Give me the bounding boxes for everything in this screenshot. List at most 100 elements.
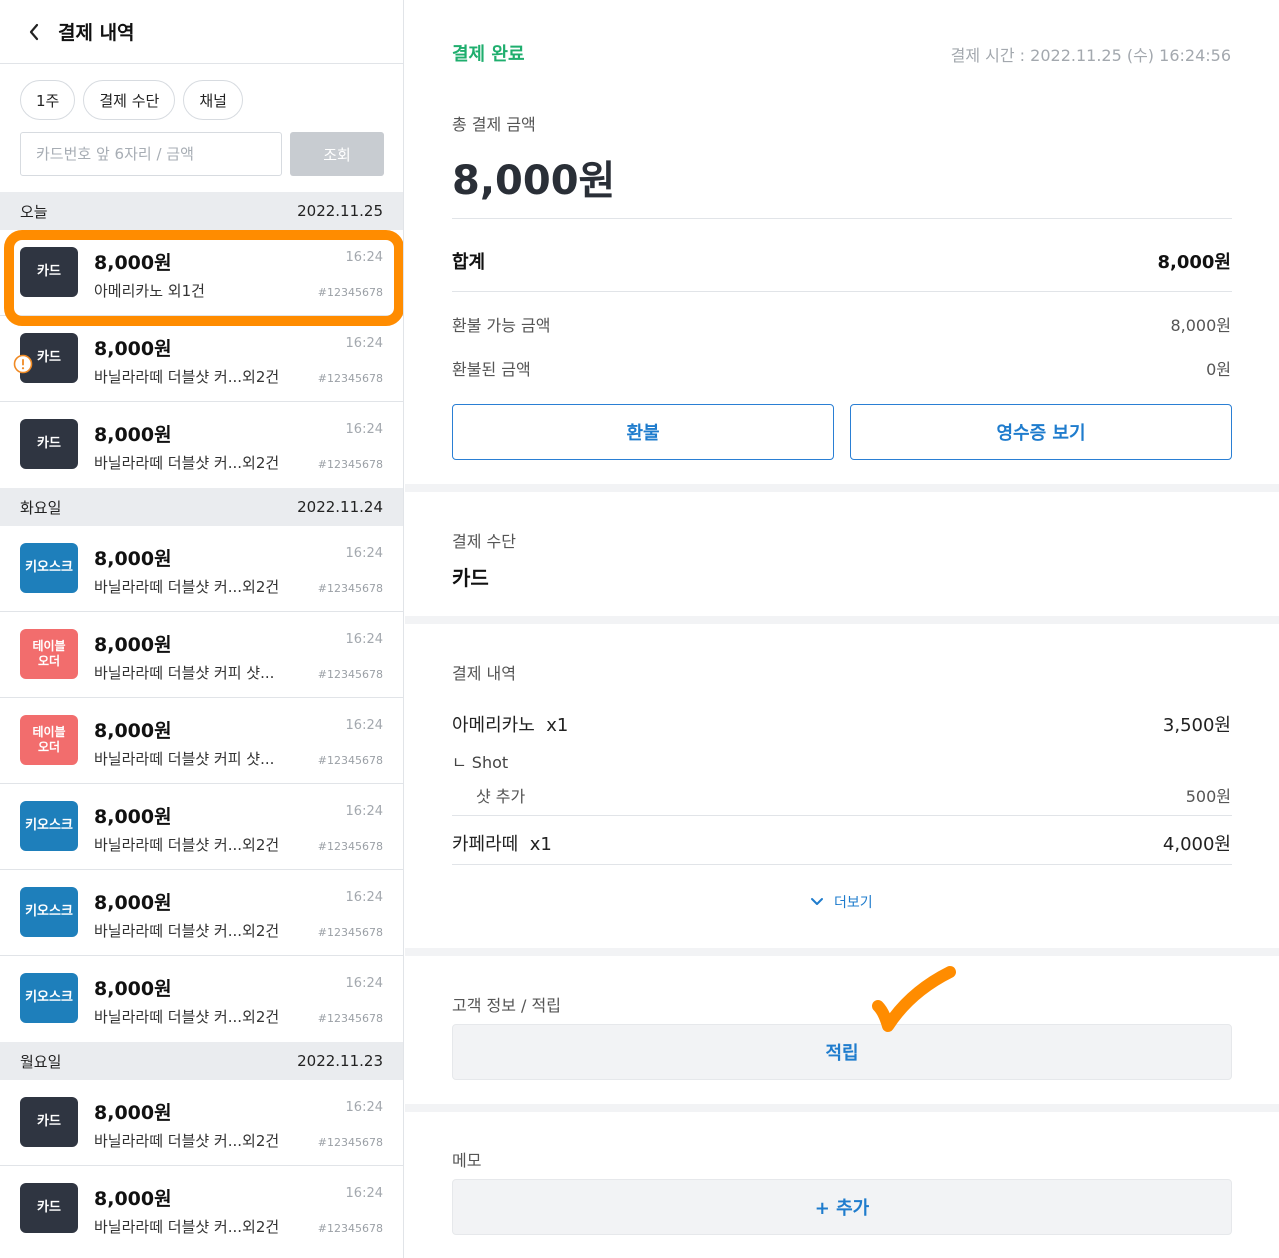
line-item-name: 아메리카노 x1 bbox=[452, 711, 568, 737]
transaction-amount: 8,000원 bbox=[94, 1188, 172, 1210]
refunded-label: 환불된 금액 bbox=[452, 360, 531, 379]
channel-badge: 카드 bbox=[20, 1097, 78, 1147]
transaction-time: 16:24 bbox=[345, 422, 383, 437]
payment-detail-panel: 결제 완료 결제 시간 : 2022.11.25 (수) 16:24:56 총 … bbox=[405, 0, 1279, 1258]
transaction-item[interactable]: 키오스크 8,000원 바닐라라떼 더블샷 커...외2건 16:24 #1234567… bbox=[0, 870, 403, 956]
add-memo-button[interactable]: + 추가 bbox=[452, 1179, 1232, 1235]
transaction-amount: 8,000원 bbox=[94, 252, 172, 274]
transaction-item[interactable]: 카드 8,000원 바닐라라떼 더블샷 커...외2건 16:24 #12345678 bbox=[0, 1080, 403, 1166]
order-number: #12345678 bbox=[317, 286, 383, 299]
channel-badge: 키오스크 bbox=[20, 973, 78, 1023]
filter-chip-channel[interactable]: 채널 bbox=[183, 80, 243, 120]
channel-badge: 테이블 오더 bbox=[20, 629, 78, 679]
transaction-item[interactable]: 테이블 오더 8,000원 바닐라라떼 더블샷 커피 샷... 16:24 #12345… bbox=[0, 698, 403, 784]
order-number: #12345678 bbox=[317, 458, 383, 471]
transaction-description: 바닐라라떼 더블샷 커피 샷... bbox=[94, 664, 275, 682]
transaction-item[interactable]: 카드 8,000원 바닐라라떼 더블샷 커...외2건 16:24 #12345678 bbox=[0, 1166, 403, 1252]
option-group: ㄴ Shot bbox=[452, 753, 509, 772]
transaction-amount: 8,000원 bbox=[94, 978, 172, 1000]
transaction-amount: 8,000원 bbox=[94, 806, 172, 828]
line-item-title: 아메리카노 bbox=[452, 715, 535, 736]
total-amount: 8,000원 bbox=[452, 158, 616, 204]
transaction-item[interactable]: 테이블 오더 8,000원 바닐라라떼 더블샷 커피 샷... 16:24 #12345… bbox=[0, 612, 403, 698]
line-item-price: 3,500원 bbox=[1162, 715, 1231, 736]
transaction-time: 16:24 bbox=[345, 976, 383, 991]
date-group-day: 오늘 bbox=[20, 202, 48, 221]
transaction-amount: 8,000원 bbox=[94, 720, 172, 742]
history-label: 결제 내역 bbox=[452, 664, 516, 683]
payment-status: 결제 완료 bbox=[452, 44, 525, 65]
channel-badge: 카드 bbox=[20, 1183, 78, 1233]
transaction-amount: 8,000원 bbox=[94, 548, 172, 570]
show-more-button[interactable]: 더보기 bbox=[810, 892, 873, 912]
transaction-time: 16:24 bbox=[345, 546, 383, 561]
order-number: #12345678 bbox=[317, 754, 383, 767]
channel-badge: 카드 bbox=[20, 247, 78, 297]
transaction-description: 바닐라라떼 더블샷 커...외2건 bbox=[94, 1218, 280, 1236]
transaction-item[interactable]: 카드 8,000원아메리카노 외1건 16:24 #12345678 bbox=[0, 230, 403, 316]
search-button[interactable]: 조회 bbox=[290, 132, 384, 176]
transaction-item[interactable]: 카드 8,000원 바닐라라떼 더블샷 커...외2건 16:24 #12345678 bbox=[0, 402, 403, 488]
filter-chip-period[interactable]: 1주 bbox=[20, 80, 76, 120]
transaction-time: 16:24 bbox=[345, 1100, 383, 1115]
transaction-amount: 8,000원 bbox=[94, 338, 172, 360]
transaction-time: 16:24 bbox=[345, 632, 383, 647]
channel-badge: 카드 bbox=[20, 419, 78, 469]
transaction-time: 16:24 bbox=[345, 250, 383, 265]
method-value: 카드 bbox=[452, 566, 489, 590]
date-group-header: 화요일 2022.11.24 bbox=[0, 488, 403, 526]
receipt-button[interactable]: 영수증 보기 bbox=[850, 404, 1232, 460]
transaction-description: 아메리카노 외1건 bbox=[94, 282, 205, 300]
transaction-amount: 8,000원 bbox=[94, 892, 172, 914]
order-number: #12345678 bbox=[317, 840, 383, 853]
transaction-time: 16:24 bbox=[345, 718, 383, 733]
earn-points-button[interactable]: 적립 bbox=[452, 1024, 1232, 1080]
order-number: #12345678 bbox=[317, 1136, 383, 1149]
date-group-date: 2022.11.24 bbox=[297, 498, 383, 516]
method-label: 결제 수단 bbox=[452, 532, 516, 551]
customer-label: 고객 정보 / 적립 bbox=[452, 996, 561, 1015]
channel-badge: 테이블 오더 bbox=[20, 715, 78, 765]
section-divider bbox=[405, 484, 1279, 492]
order-number: #12345678 bbox=[317, 372, 383, 385]
filter-chip-method[interactable]: 결제 수단 bbox=[83, 80, 176, 120]
line-item-qty: x1 bbox=[546, 715, 569, 736]
transaction-item[interactable]: 키오스크 8,000원 바닐라라떼 더블샷 커...외2건 16:24 #1234567… bbox=[0, 526, 403, 612]
channel-badge: 키오스크 bbox=[20, 543, 78, 593]
warning-icon bbox=[13, 354, 33, 374]
transaction-description: 바닐라라떼 더블샷 커...외2건 bbox=[94, 922, 280, 940]
date-group-day: 월요일 bbox=[20, 1052, 62, 1071]
transaction-item[interactable]: 키오스크 8,000원 바닐라라떼 더블샷 커...외2건 16:24 #1234567… bbox=[0, 784, 403, 870]
page-title: 결제 내역 bbox=[58, 22, 135, 44]
search-row: 조회 bbox=[20, 132, 384, 176]
section-divider bbox=[405, 616, 1279, 624]
back-arrow-icon[interactable] bbox=[22, 20, 46, 44]
order-number: #12345678 bbox=[317, 1012, 383, 1025]
sum-label: 합계 bbox=[452, 252, 486, 273]
total-label: 총 결제 금액 bbox=[452, 115, 536, 134]
payment-time: 결제 시간 : 2022.11.25 (수) 16:24:56 bbox=[950, 46, 1231, 65]
transaction-time: 16:24 bbox=[345, 336, 383, 351]
section-divider bbox=[405, 1104, 1279, 1112]
refundable-label: 환불 가능 금액 bbox=[452, 316, 551, 335]
date-group-date: 2022.11.25 bbox=[297, 202, 383, 220]
date-group-day: 화요일 bbox=[20, 498, 62, 517]
transaction-list: 오늘 2022.11.25 카드 8,000원 아메리카노 외1건 16:24 #12345… bbox=[0, 192, 403, 1252]
refund-button[interactable]: 환불 bbox=[452, 404, 834, 460]
transaction-description: 바닐라라떼 더블샷 커...외2건 bbox=[94, 836, 280, 854]
transaction-amount: 8,000원 bbox=[94, 634, 172, 656]
transaction-item[interactable]: 카드 8,000원 바닐라라떼 더블샷 커...외2건 16:24 #12345678 bbox=[0, 316, 403, 402]
date-group-date: 2022.11.23 bbox=[297, 1052, 383, 1070]
memo-label: 메모 bbox=[452, 1151, 482, 1170]
transaction-description: 바닐라라떼 더블샷 커...외2건 bbox=[94, 578, 280, 596]
date-group-header: 오늘 2022.11.25 bbox=[0, 192, 403, 230]
transaction-description: 바닐라라떼 더블샷 커...외2건 bbox=[94, 1008, 280, 1026]
transaction-description: 바닐라라떼 더블샷 커...외2건 bbox=[94, 1132, 280, 1150]
show-more-label: 더보기 bbox=[834, 895, 873, 911]
transaction-item[interactable]: 키오스크 8,000원바닐라라떼 더블샷 커...외2건 16:24 #1234567… bbox=[0, 956, 403, 1042]
line-item-name: 카페라떼 x1 bbox=[452, 830, 552, 856]
divider bbox=[452, 218, 1232, 219]
order-number: #12345678 bbox=[317, 1222, 383, 1235]
transaction-time: 16:24 bbox=[345, 890, 383, 905]
search-input[interactable] bbox=[20, 132, 282, 176]
